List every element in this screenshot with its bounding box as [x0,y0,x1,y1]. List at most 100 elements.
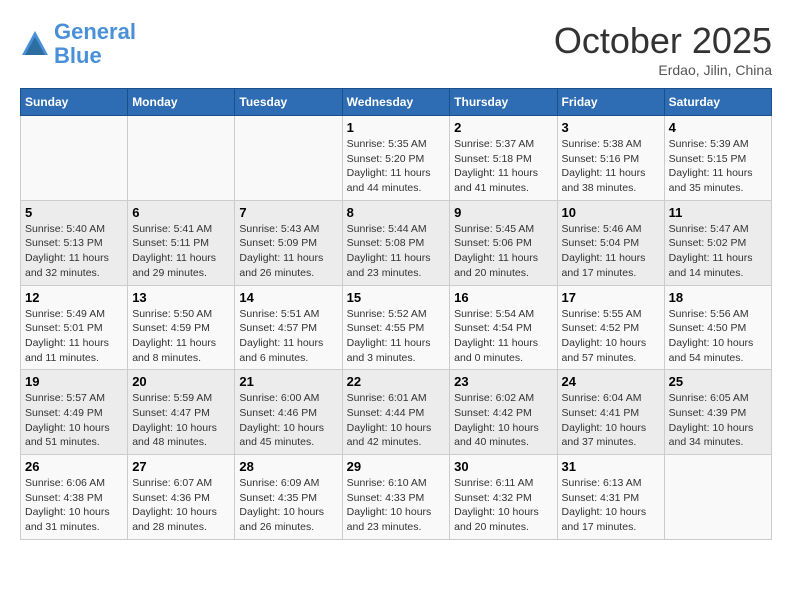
day-number: 10 [562,205,660,220]
calendar-week-3: 12 Sunrise: 5:49 AM Sunset: 5:01 PM Dayli… [21,285,772,370]
calendar-cell: 17 Sunrise: 5:55 AM Sunset: 4:52 PM Dayli… [557,285,664,370]
day-info: Sunrise: 5:39 AM Sunset: 5:15 PM Dayligh… [669,137,767,196]
calendar-cell: 29 Sunrise: 6:10 AM Sunset: 4:33 PM Dayli… [342,455,450,540]
day-info: Sunrise: 5:45 AM Sunset: 5:06 PM Dayligh… [454,222,552,281]
calendar-cell: 16Sunrise: 5:54 AM Sunset: 4:54 PM Dayli… [450,285,557,370]
day-number: 25 [669,374,767,389]
day-number: 26 [25,459,123,474]
day-info: Sunrise: 5:59 AM Sunset: 4:47 PM Dayligh… [132,391,230,450]
calendar-week-1: 1 Sunrise: 5:35 AM Sunset: 5:20 PM Daylig… [21,116,772,201]
calendar-cell: 20 Sunrise: 5:59 AM Sunset: 4:47 PM Dayli… [128,370,235,455]
day-info: Sunrise: 5:50 AM Sunset: 4:59 PM Dayligh… [132,307,230,366]
calendar-cell: 10 Sunrise: 5:46 AM Sunset: 5:04 PM Dayli… [557,200,664,285]
day-info: Sunrise: 5:57 AM Sunset: 4:49 PM Dayligh… [25,391,123,450]
calendar-cell [235,116,342,201]
day-number: 8 [347,205,446,220]
calendar-cell: 28Sunrise: 6:09 AM Sunset: 4:35 PM Dayli… [235,455,342,540]
calendar-cell: 27Sunrise: 6:07 AM Sunset: 4:36 PM Dayli… [128,455,235,540]
day-number: 27 [132,459,230,474]
header-wednesday: Wednesday [342,89,450,116]
day-number: 28 [239,459,337,474]
day-info: Sunrise: 5:55 AM Sunset: 4:52 PM Dayligh… [562,307,660,366]
day-number: 21 [239,374,337,389]
calendar-week-4: 19Sunrise: 5:57 AM Sunset: 4:49 PM Dayli… [21,370,772,455]
day-number: 13 [132,290,230,305]
calendar-cell: 7 Sunrise: 5:43 AM Sunset: 5:09 PM Daylig… [235,200,342,285]
calendar-cell: 6 Sunrise: 5:41 AM Sunset: 5:11 PM Daylig… [128,200,235,285]
calendar-week-2: 5 Sunrise: 5:40 AM Sunset: 5:13 PM Daylig… [21,200,772,285]
logo-icon [20,29,50,59]
header-friday: Friday [557,89,664,116]
calendar-cell: 18 Sunrise: 5:56 AM Sunset: 4:50 PM Dayli… [664,285,771,370]
day-number: 9 [454,205,552,220]
day-info: Sunrise: 5:37 AM Sunset: 5:18 PM Dayligh… [454,137,552,196]
day-number: 5 [25,205,123,220]
calendar-table: SundayMondayTuesdayWednesdayThursdayFrid… [20,88,772,540]
day-number: 6 [132,205,230,220]
calendar-cell: 4 Sunrise: 5:39 AM Sunset: 5:15 PM Daylig… [664,116,771,201]
calendar-cell: 26 Sunrise: 6:06 AM Sunset: 4:38 PM Dayli… [21,455,128,540]
day-info: Sunrise: 5:51 AM Sunset: 4:57 PM Dayligh… [239,307,337,366]
calendar-cell: 23Sunrise: 6:02 AM Sunset: 4:42 PM Dayli… [450,370,557,455]
day-info: Sunrise: 6:11 AM Sunset: 4:32 PM Dayligh… [454,476,552,535]
day-number: 17 [562,290,660,305]
day-number: 20 [132,374,230,389]
calendar-cell: 19Sunrise: 5:57 AM Sunset: 4:49 PM Dayli… [21,370,128,455]
day-number: 29 [347,459,446,474]
day-number: 12 [25,290,123,305]
day-number: 14 [239,290,337,305]
calendar-cell: 31Sunrise: 6:13 AM Sunset: 4:31 PM Dayli… [557,455,664,540]
header-sunday: Sunday [21,89,128,116]
day-info: Sunrise: 6:10 AM Sunset: 4:33 PM Dayligh… [347,476,446,535]
day-number: 15 [347,290,446,305]
calendar-header-row: SundayMondayTuesdayWednesdayThursdayFrid… [21,89,772,116]
day-number: 7 [239,205,337,220]
day-info: Sunrise: 5:40 AM Sunset: 5:13 PM Dayligh… [25,222,123,281]
calendar-cell [128,116,235,201]
day-info: Sunrise: 6:01 AM Sunset: 4:44 PM Dayligh… [347,391,446,450]
calendar-cell: 2Sunrise: 5:37 AM Sunset: 5:18 PM Daylig… [450,116,557,201]
day-info: Sunrise: 5:47 AM Sunset: 5:02 PM Dayligh… [669,222,767,281]
day-info: Sunrise: 5:38 AM Sunset: 5:16 PM Dayligh… [562,137,660,196]
day-number: 1 [347,120,446,135]
day-number: 4 [669,120,767,135]
day-info: Sunrise: 5:46 AM Sunset: 5:04 PM Dayligh… [562,222,660,281]
calendar-cell [664,455,771,540]
calendar-cell: 21 Sunrise: 6:00 AM Sunset: 4:46 PM Dayli… [235,370,342,455]
calendar-cell: 30 Sunrise: 6:11 AM Sunset: 4:32 PM Dayli… [450,455,557,540]
calendar-cell: 15 Sunrise: 5:52 AM Sunset: 4:55 PM Dayli… [342,285,450,370]
day-info: Sunrise: 5:49 AM Sunset: 5:01 PM Dayligh… [25,307,123,366]
day-number: 24 [562,374,660,389]
day-number: 18 [669,290,767,305]
calendar-cell [21,116,128,201]
day-info: Sunrise: 5:52 AM Sunset: 4:55 PM Dayligh… [347,307,446,366]
day-info: Sunrise: 6:02 AM Sunset: 4:42 PM Dayligh… [454,391,552,450]
day-info: Sunrise: 5:56 AM Sunset: 4:50 PM Dayligh… [669,307,767,366]
calendar-cell: 5 Sunrise: 5:40 AM Sunset: 5:13 PM Daylig… [21,200,128,285]
calendar-cell: 13 Sunrise: 5:50 AM Sunset: 4:59 PM Dayli… [128,285,235,370]
header-monday: Monday [128,89,235,116]
month-title: October 2025 [554,20,772,62]
day-info: Sunrise: 5:44 AM Sunset: 5:08 PM Dayligh… [347,222,446,281]
header-tuesday: Tuesday [235,89,342,116]
day-number: 3 [562,120,660,135]
calendar-cell: 12 Sunrise: 5:49 AM Sunset: 5:01 PM Dayli… [21,285,128,370]
day-info: Sunrise: 6:04 AM Sunset: 4:41 PM Dayligh… [562,391,660,450]
day-number: 22 [347,374,446,389]
day-info: Sunrise: 5:35 AM Sunset: 5:20 PM Dayligh… [347,137,446,196]
day-info: Sunrise: 5:43 AM Sunset: 5:09 PM Dayligh… [239,222,337,281]
day-number: 31 [562,459,660,474]
calendar-cell: 1 Sunrise: 5:35 AM Sunset: 5:20 PM Daylig… [342,116,450,201]
day-info: Sunrise: 5:41 AM Sunset: 5:11 PM Dayligh… [132,222,230,281]
logo-text: General Blue [54,20,136,68]
calendar-cell: 9 Sunrise: 5:45 AM Sunset: 5:06 PM Daylig… [450,200,557,285]
title-section: October 2025 Erdao, Jilin, China [554,20,772,78]
day-info: Sunrise: 6:06 AM Sunset: 4:38 PM Dayligh… [25,476,123,535]
page-header: General Blue October 2025 Erdao, Jilin, … [20,20,772,78]
calendar-cell: 3 Sunrise: 5:38 AM Sunset: 5:16 PM Daylig… [557,116,664,201]
day-info: Sunrise: 6:00 AM Sunset: 4:46 PM Dayligh… [239,391,337,450]
day-number: 16 [454,290,552,305]
calendar-cell: 22 Sunrise: 6:01 AM Sunset: 4:44 PM Dayli… [342,370,450,455]
day-number: 30 [454,459,552,474]
header-thursday: Thursday [450,89,557,116]
